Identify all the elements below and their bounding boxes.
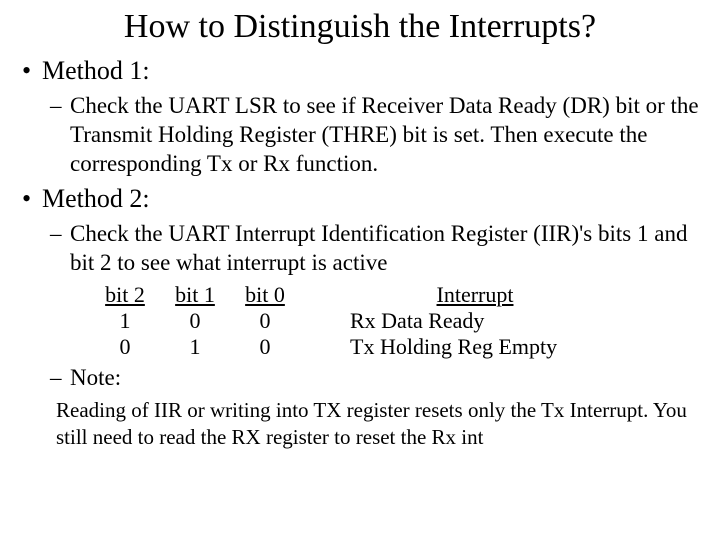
cell-bit1: 0 xyxy=(160,308,230,334)
note-text: Reading of IIR or writing into TX regist… xyxy=(56,397,700,452)
table-header-row: bit 2 bit 1 bit 0 Interrupt xyxy=(90,282,700,308)
col-bit2: bit 2 xyxy=(105,282,145,307)
slide-title: How to Distinguish the Interrupts? xyxy=(20,8,700,46)
cell-bit1: 1 xyxy=(160,334,230,360)
cell-interrupt: Rx Data Ready xyxy=(350,308,600,334)
note-label: Note: xyxy=(20,364,700,393)
cell-bit0: 0 xyxy=(230,308,300,334)
table-row: 1 0 0 Rx Data Ready xyxy=(90,308,700,334)
method2-text: Check the UART Interrupt Identification … xyxy=(20,220,700,278)
col-bit1: bit 1 xyxy=(175,282,215,307)
cell-bit2: 0 xyxy=(90,334,160,360)
method1-text: Check the UART LSR to see if Receiver Da… xyxy=(20,92,700,178)
method2-label: Method 2: xyxy=(20,184,700,214)
slide: How to Distinguish the Interrupts? Metho… xyxy=(0,0,720,451)
method1-label: Method 1: xyxy=(20,56,700,86)
col-interrupt: Interrupt xyxy=(437,282,514,307)
table-row: 0 1 0 Tx Holding Reg Empty xyxy=(90,334,700,360)
interrupt-table: bit 2 bit 1 bit 0 Interrupt 1 0 0 Rx Dat… xyxy=(90,282,700,360)
cell-bit2: 1 xyxy=(90,308,160,334)
cell-interrupt: Tx Holding Reg Empty xyxy=(350,334,600,360)
col-bit0: bit 0 xyxy=(245,282,285,307)
cell-bit0: 0 xyxy=(230,334,300,360)
